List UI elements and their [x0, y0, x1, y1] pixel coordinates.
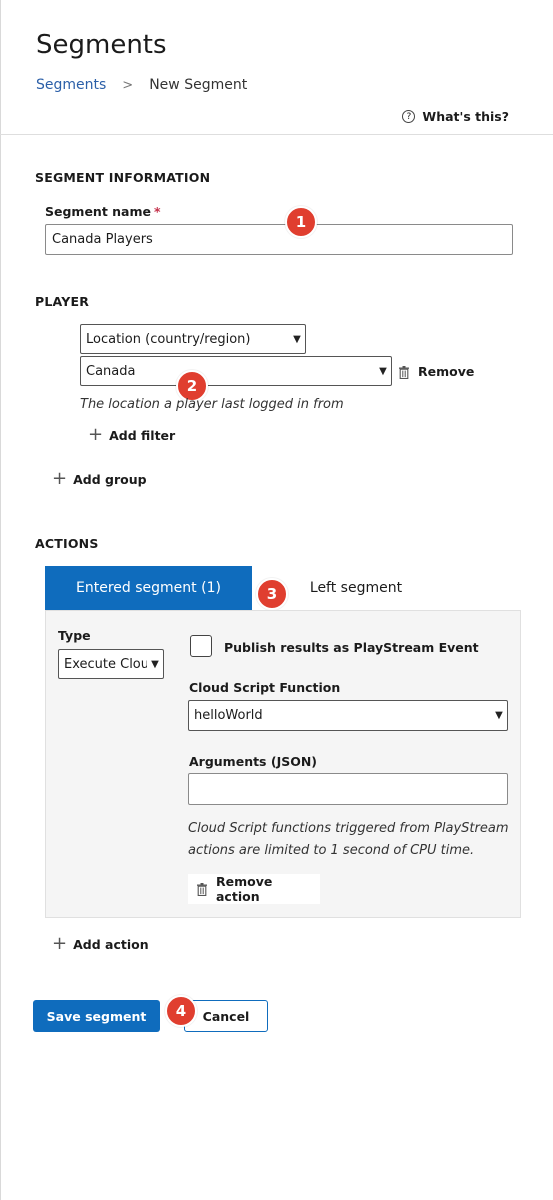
tab-entered-segment[interactable]: Entered segment (1)	[45, 566, 252, 610]
breadcrumb: Segments > New Segment	[36, 77, 247, 93]
cpu-limit-note-line-2: actions are limited to 1 second of CPU t…	[188, 843, 475, 858]
header-divider	[0, 134, 553, 135]
add-group-button[interactable]: + Add group	[52, 470, 147, 488]
chevron-down-icon: ▼	[293, 333, 301, 345]
type-label: Type	[58, 628, 91, 643]
chevron-down-icon: ▼	[379, 365, 387, 377]
add-filter-label: Add filter	[109, 427, 176, 443]
actions-heading: ACTIONS	[35, 536, 99, 551]
add-action-label: Add action	[73, 936, 149, 952]
cpu-limit-note: Cloud Script functions triggered from Pl…	[188, 818, 509, 862]
chevron-down-icon: ▼	[151, 658, 159, 670]
remove-action-label: Remove action	[216, 874, 273, 904]
left-border	[0, 0, 1, 1200]
breadcrumb-current: New Segment	[149, 77, 248, 93]
trash-icon	[197, 883, 207, 896]
breadcrumb-segments-link[interactable]: Segments	[36, 77, 106, 93]
remove-filter-label: Remove	[418, 364, 475, 379]
required-indicator: *	[154, 204, 161, 219]
arguments-input[interactable]	[188, 773, 508, 805]
whats-this-link[interactable]: ? What's this?	[402, 109, 509, 124]
segment-name-label: Segment name *	[45, 204, 161, 219]
callout-marker-1: 1	[285, 206, 317, 238]
segment-name-input[interactable]	[45, 224, 513, 255]
publish-event-label: Publish results as PlayStream Event	[224, 640, 479, 655]
callout-marker-3: 3	[256, 578, 288, 610]
add-filter-button[interactable]: + Add filter	[88, 426, 175, 444]
cpu-limit-note-line-1: Cloud Script functions triggered from Pl…	[188, 821, 509, 836]
cloud-script-function-value: helloWorld	[194, 708, 263, 723]
filter-helper-text: The location a player last logged in fro…	[80, 397, 344, 412]
action-type-value: Execute Cloud Script	[64, 656, 147, 672]
plus-icon: +	[52, 933, 68, 954]
add-action-button[interactable]: + Add action	[52, 935, 149, 953]
whats-this-label: What's this?	[422, 109, 509, 124]
player-heading: PLAYER	[35, 294, 90, 309]
action-type-select[interactable]: Execute Cloud Script ▼	[58, 649, 164, 679]
remove-filter-button[interactable]: Remove	[399, 364, 474, 379]
trash-icon	[399, 365, 409, 379]
callout-marker-4: 4	[165, 995, 197, 1027]
add-group-label: Add group	[73, 471, 147, 487]
remove-action-button[interactable]: Remove action	[188, 874, 320, 904]
arguments-label: Arguments (JSON)	[189, 754, 318, 769]
filter-value-text: Canada	[86, 363, 136, 379]
plus-icon: +	[52, 468, 68, 489]
publish-event-checkbox[interactable]	[190, 635, 212, 657]
cloud-script-function-select[interactable]: helloWorld ▼	[188, 700, 508, 731]
chevron-right-icon: >	[122, 77, 134, 93]
cloud-script-function-label: Cloud Script Function	[189, 680, 341, 695]
save-segment-button[interactable]: Save segment	[33, 1000, 160, 1032]
segment-information-heading: SEGMENT INFORMATION	[35, 170, 211, 185]
question-circle-icon: ?	[402, 110, 416, 123]
filter-type-value: Location (country/region)	[86, 331, 251, 347]
page-title: Segments	[36, 30, 167, 60]
cancel-button[interactable]: Cancel	[184, 1000, 268, 1032]
chevron-down-icon: ▼	[495, 710, 503, 721]
filter-type-select[interactable]: Location (country/region) ▼	[80, 324, 306, 354]
filter-value-select[interactable]: Canada ▼	[80, 356, 392, 386]
plus-icon: +	[88, 424, 104, 445]
